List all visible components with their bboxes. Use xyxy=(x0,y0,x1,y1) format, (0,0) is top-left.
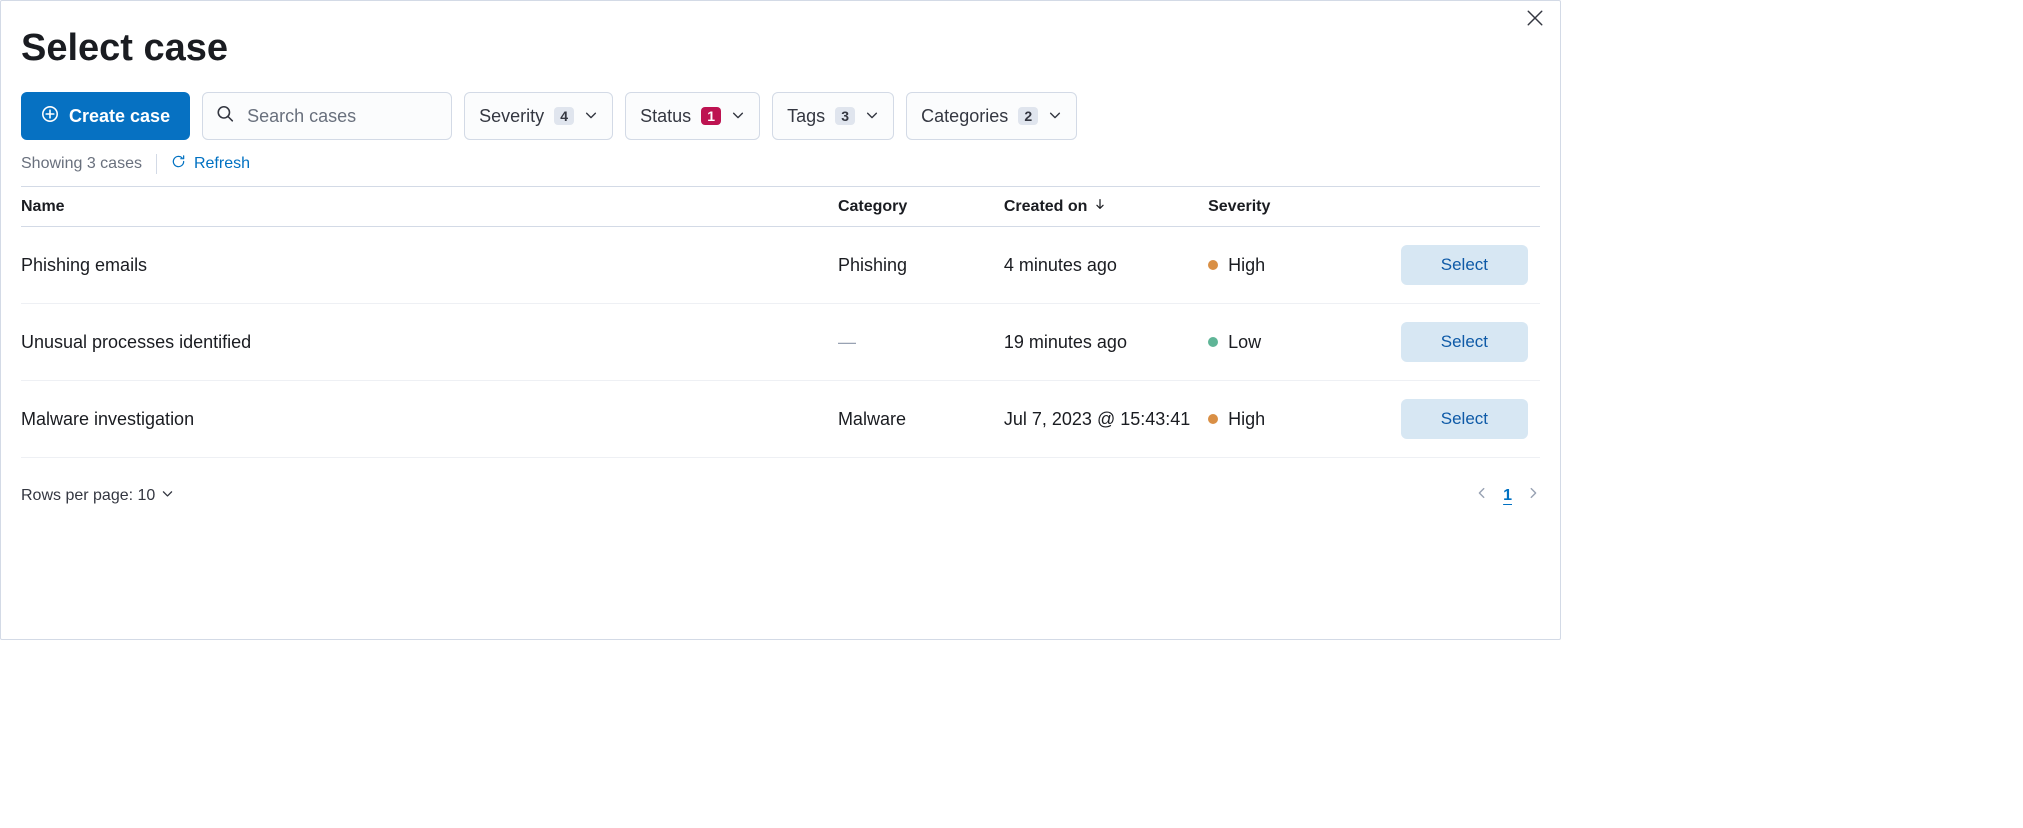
filter-severity[interactable]: Severity 4 xyxy=(464,92,613,140)
case-category: — xyxy=(838,304,1004,381)
select-button[interactable]: Select xyxy=(1401,245,1528,285)
refresh-label: Refresh xyxy=(194,155,250,173)
chevron-down-icon xyxy=(584,106,598,127)
case-severity: High xyxy=(1208,381,1361,458)
filter-categories[interactable]: Categories 2 xyxy=(906,92,1077,140)
severity-dot-icon xyxy=(1208,337,1218,347)
table-row: Malware investigationMalwareJul 7, 2023 … xyxy=(21,381,1540,458)
chevron-down-icon xyxy=(1048,106,1062,127)
showing-text: Showing 3 cases xyxy=(21,155,142,173)
select-case-dialog: Select case Create case Severity 4 Statu… xyxy=(0,0,1561,640)
select-button[interactable]: Select xyxy=(1401,399,1528,439)
col-header-name[interactable]: Name xyxy=(21,187,838,227)
chevron-down-icon xyxy=(865,106,879,127)
chevron-down-icon xyxy=(161,487,174,505)
rows-per-page[interactable]: Rows per page: 10 xyxy=(21,487,174,505)
case-category: Phishing xyxy=(838,227,1004,304)
filter-categories-label: Categories xyxy=(921,106,1008,127)
cases-table: Name Category Created on Severity Phishi… xyxy=(21,186,1540,458)
next-page-button[interactable] xyxy=(1526,486,1540,505)
case-name[interactable]: Phishing emails xyxy=(21,227,838,304)
col-header-action xyxy=(1361,187,1540,227)
meta-row: Showing 3 cases Refresh xyxy=(21,154,1540,174)
page-number-current[interactable]: 1 xyxy=(1503,487,1512,505)
refresh-icon xyxy=(171,154,186,174)
filter-tags-badge: 3 xyxy=(835,107,855,125)
filter-severity-badge: 4 xyxy=(554,107,574,125)
sort-desc-icon xyxy=(1093,197,1107,216)
filter-status-label: Status xyxy=(640,106,691,127)
col-header-created[interactable]: Created on xyxy=(1004,187,1208,227)
filter-status[interactable]: Status 1 xyxy=(625,92,760,140)
table-row: Unusual processes identified—19 minutes … xyxy=(21,304,1540,381)
case-severity: High xyxy=(1208,227,1361,304)
col-header-severity[interactable]: Severity xyxy=(1208,187,1361,227)
pagination: Rows per page: 10 1 xyxy=(21,486,1540,505)
close-icon[interactable] xyxy=(1526,9,1548,31)
case-name[interactable]: Unusual processes identified xyxy=(21,304,838,381)
search-field xyxy=(202,92,452,140)
table-row: Phishing emailsPhishing4 minutes agoHigh… xyxy=(21,227,1540,304)
case-created: Jul 7, 2023 @ 15:43:41 xyxy=(1004,381,1208,458)
filter-tags[interactable]: Tags 3 xyxy=(772,92,894,140)
severity-dot-icon xyxy=(1208,260,1218,270)
toolbar: Create case Severity 4 Status 1 Tags 3 xyxy=(21,92,1540,140)
filter-severity-label: Severity xyxy=(479,106,544,127)
create-case-label: Create case xyxy=(69,106,170,127)
prev-page-button[interactable] xyxy=(1475,486,1489,505)
page-nav: 1 xyxy=(1475,486,1540,505)
case-created: 19 minutes ago xyxy=(1004,304,1208,381)
filter-status-badge: 1 xyxy=(701,107,721,125)
case-severity: Low xyxy=(1208,304,1361,381)
create-case-button[interactable]: Create case xyxy=(21,92,190,140)
select-button[interactable]: Select xyxy=(1401,322,1528,362)
severity-dot-icon xyxy=(1208,414,1218,424)
search-icon xyxy=(216,105,234,128)
case-created: 4 minutes ago xyxy=(1004,227,1208,304)
filter-tags-label: Tags xyxy=(787,106,825,127)
case-category: Malware xyxy=(838,381,1004,458)
chevron-down-icon xyxy=(731,106,745,127)
refresh-button[interactable]: Refresh xyxy=(171,154,250,174)
col-header-category[interactable]: Category xyxy=(838,187,1004,227)
plus-circle-icon xyxy=(41,105,59,128)
divider xyxy=(156,154,157,174)
case-name[interactable]: Malware investigation xyxy=(21,381,838,458)
search-input[interactable] xyxy=(202,92,452,140)
page-title: Select case xyxy=(21,27,1540,70)
filter-categories-badge: 2 xyxy=(1018,107,1038,125)
